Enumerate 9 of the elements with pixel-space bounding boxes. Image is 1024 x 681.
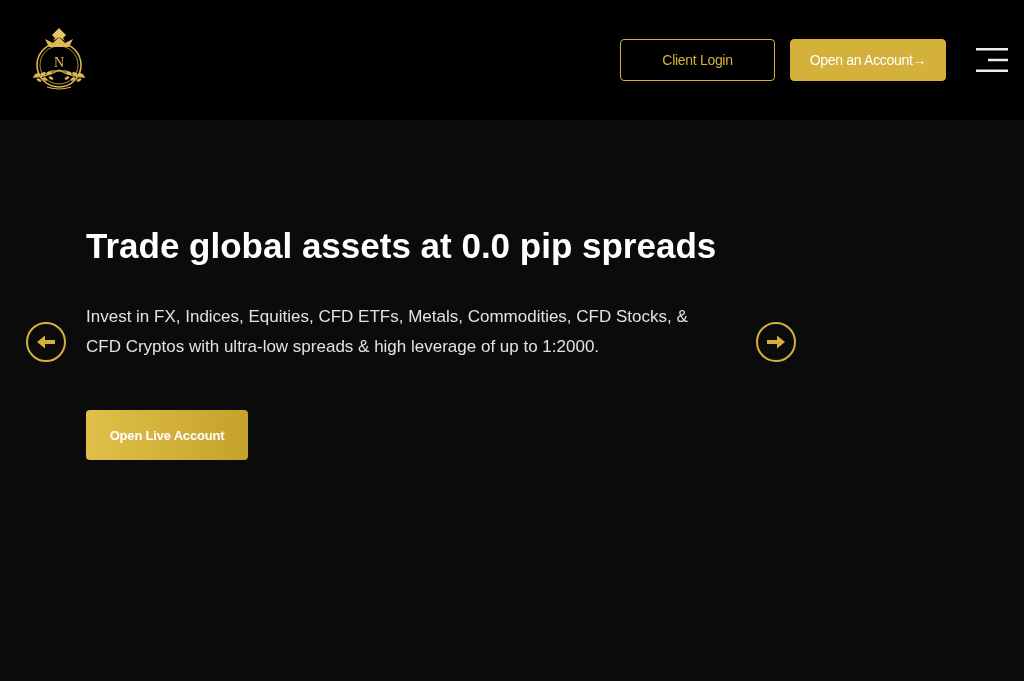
hero-text: Invest in FX, Indices, Equities, CFD ETFs, Metals, Commodities, CFD Stocks, & CFD Cryptos with ultra-low spreads & high leverage of up to 1:2000.	[86, 306, 689, 358]
next-slide-button[interactable]	[756, 322, 796, 362]
arrow-right-icon	[766, 334, 786, 350]
previous-slide-button[interactable]	[26, 322, 66, 362]
arrow-left-icon	[36, 334, 56, 350]
menu-icon	[976, 48, 1008, 72]
menu-button[interactable]	[976, 48, 1008, 72]
hero-title: Trade global assets at 0.0 pip spreads	[86, 226, 717, 266]
login-button[interactable]: Client Login	[620, 39, 775, 81]
